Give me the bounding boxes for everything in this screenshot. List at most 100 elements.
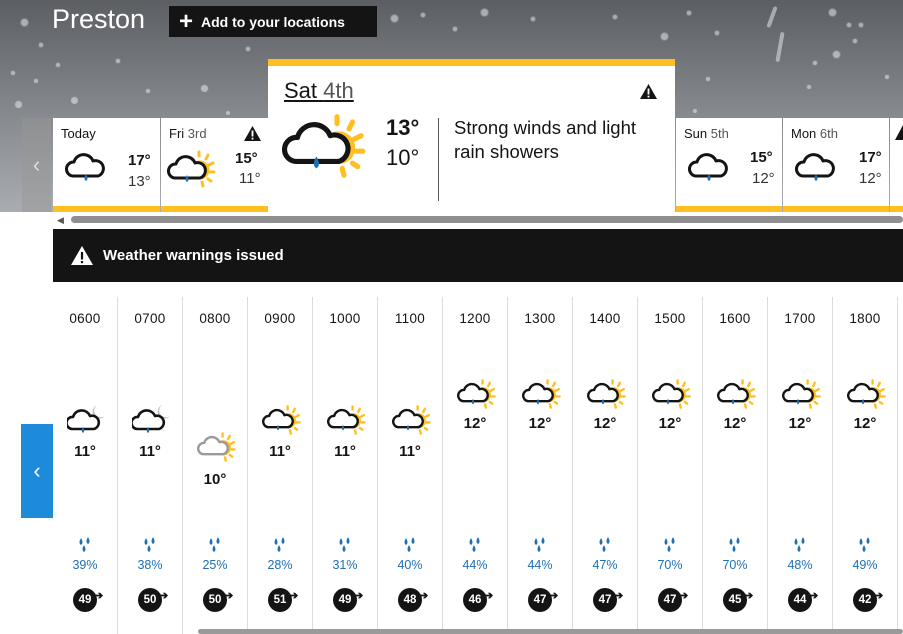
- day-label: Today: [61, 126, 96, 141]
- scroll-left-arrow-icon[interactable]: ◀: [57, 215, 64, 226]
- day-tab-mon[interactable]: Mon 6th 17° 12°: [783, 118, 889, 212]
- day-high-temp: 15°: [750, 149, 773, 166]
- sunny-intervals-rain-icon: [587, 377, 627, 416]
- precip-chance: 48%: [787, 558, 813, 572]
- add-to-locations-label: Add to your locations: [201, 13, 345, 30]
- hour-time: 1800: [849, 311, 881, 326]
- precip-chance: 25%: [202, 558, 228, 572]
- hour-column[interactable]: 0800 10° 25% 50 ➔: [183, 297, 248, 634]
- hour-column[interactable]: 1500 12° 70% 47 ➔: [638, 297, 703, 634]
- precip-chance: 70%: [657, 558, 683, 572]
- previous-days-button[interactable]: ‹: [22, 118, 51, 212]
- wind-direction-arrow-icon: ➔: [549, 590, 559, 602]
- sunny-intervals-rain-icon: [782, 377, 822, 416]
- day-low-temp: 12°: [859, 170, 882, 187]
- hour-temp: 11°: [334, 443, 356, 460]
- hour-column[interactable]: 1000 11° 31% 49 ➔: [313, 297, 378, 634]
- hour-column[interactable]: 0600 11° 39% 49 ➔: [53, 297, 118, 634]
- wind-direction-arrow-icon: ➔: [94, 590, 104, 602]
- hour-column[interactable]: 1200 12° 44% 46 ➔: [443, 297, 508, 634]
- hour-column[interactable]: 1300 12° 44% 47 ➔: [508, 297, 573, 634]
- sunny-intervals-rain-icon: [392, 403, 432, 442]
- day-tab-today[interactable]: Today 17° 13°: [53, 118, 160, 212]
- wind-direction-arrow-icon: ➔: [419, 590, 429, 602]
- selected-day-description: Strong winds and light rain showers: [454, 117, 637, 162]
- hour-time: 0700: [134, 311, 166, 326]
- hour-time: 0600: [69, 311, 101, 326]
- hour-time: 1400: [589, 311, 621, 326]
- wind-direction-arrow-icon: ➔: [874, 590, 884, 602]
- precip-chance: 39%: [72, 558, 98, 572]
- sunny-intervals-rain-icon: [652, 377, 692, 416]
- hour-time: 1700: [784, 311, 816, 326]
- light-rain-cloud-icon: [688, 153, 728, 181]
- days-scrollbar[interactable]: ◀: [57, 214, 903, 225]
- precip-chance: 38%: [137, 558, 163, 572]
- selected-day-label: Sat 4th: [284, 78, 354, 103]
- rain-drops-icon: [76, 537, 94, 558]
- scrollbar-thumb[interactable]: [71, 216, 903, 223]
- day-high-temp: 15°: [235, 150, 258, 167]
- precip-chance: 44%: [462, 558, 488, 572]
- location-title: Preston: [52, 4, 146, 34]
- hourly-scrollbar[interactable]: [53, 628, 903, 634]
- divider: [438, 118, 439, 201]
- precip-chance: 44%: [527, 558, 553, 572]
- day-tab-next[interactable]: [890, 118, 903, 212]
- day-label: Fri 3rd: [169, 126, 207, 141]
- hour-time: 0800: [199, 311, 231, 326]
- wind-direction-arrow-icon: ➔: [289, 590, 299, 602]
- night-rain-cloud-icon: [130, 403, 172, 442]
- day-tab-fri[interactable]: Fri 3rd 15° 11°: [161, 118, 268, 212]
- hour-column[interactable]: 0900 11° 28% 51 ➔: [248, 297, 313, 634]
- rain-drops-icon: [856, 537, 874, 558]
- rain-drops-icon: [466, 537, 484, 558]
- sunny-intervals-icon: [197, 430, 237, 469]
- warning-icon: [640, 84, 657, 99]
- selected-day-panel[interactable]: Sat 4th 13° 10° Strong winds and light r…: [268, 59, 675, 216]
- wind-direction-arrow-icon: ➔: [679, 590, 689, 602]
- hour-column[interactable]: 1800 12° 49% 42 ➔: [833, 297, 898, 634]
- rain-drops-icon: [401, 537, 419, 558]
- hour-column[interactable]: 1100 11° 40% 48 ➔: [378, 297, 443, 634]
- hour-column[interactable]: 1600 12° 70% 45 ➔: [703, 297, 768, 634]
- rain-drops-icon: [336, 537, 354, 558]
- precip-chance: 70%: [722, 558, 748, 572]
- day-high-temp: 17°: [859, 149, 882, 166]
- hour-column[interactable]: 1700 12° 48% 44 ➔: [768, 297, 833, 634]
- hour-temp: 12°: [658, 415, 682, 432]
- precip-chance: 40%: [397, 558, 423, 572]
- day-low-temp: 12°: [752, 170, 775, 187]
- hour-temp: 12°: [853, 415, 877, 432]
- hour-temp: 12°: [463, 415, 487, 432]
- day-high-temp: 17°: [128, 152, 151, 169]
- hour-temp: 11°: [139, 443, 161, 460]
- precip-chance: 49%: [852, 558, 878, 572]
- day-label: Mon 6th: [791, 126, 838, 141]
- hour-time: 1300: [524, 311, 556, 326]
- wind-direction-arrow-icon: ➔: [354, 590, 364, 602]
- hourly-forecast: 0600 11° 39% 49 ➔ 0700 11° 38% 50 ➔ 0800 10° 25% 50 ➔ 0…: [53, 297, 903, 634]
- warning-icon: [71, 246, 93, 265]
- sunny-intervals-rain-icon: [327, 403, 367, 442]
- wind-direction-arrow-icon: ➔: [224, 590, 234, 602]
- rain-drops-icon: [596, 537, 614, 558]
- sunny-intervals-rain-icon: [262, 403, 302, 442]
- rain-drops-icon: [141, 537, 159, 558]
- plus-icon: +: [179, 7, 194, 35]
- warning-icon: [895, 125, 903, 140]
- sunny-intervals-rain-icon: [167, 150, 216, 188]
- hourly-previous-button[interactable]: ‹: [21, 424, 53, 518]
- scrollbar-thumb[interactable]: [198, 629, 903, 634]
- hour-column[interactable]: 1400 12° 47% 47 ➔: [573, 297, 638, 634]
- day-tab-sun[interactable]: Sun 5th 15° 12°: [676, 118, 782, 212]
- rain-drops-icon: [726, 537, 744, 558]
- warning-banner-text: Weather warnings issued: [103, 247, 284, 264]
- hour-column[interactable]: 0700 11° 38% 50 ➔: [118, 297, 183, 634]
- chevron-left-icon: ‹: [33, 458, 41, 483]
- weather-warning-banner[interactable]: Weather warnings issued: [53, 229, 903, 282]
- add-to-locations-button[interactable]: + Add to your locations: [169, 6, 377, 37]
- warning-icon: [244, 126, 261, 141]
- selected-low-temp: 10°: [386, 145, 420, 170]
- selected-high-temp: 13°: [386, 115, 420, 140]
